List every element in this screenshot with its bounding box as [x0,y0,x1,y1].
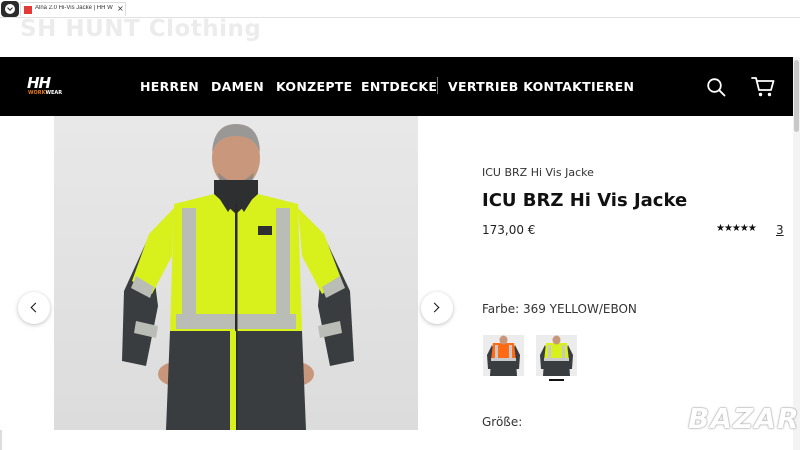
tab-title: Alna 2.0 Hi-Vis Jacke | HH Work [35,5,113,11]
size-label: Größe: [482,415,523,429]
nav-konzepte[interactable]: KONZEPTE [276,79,352,94]
review-count-link[interactable]: 3 [776,223,784,237]
product-brand-line: ICU BRZ Hi Vis Jacke [482,166,594,179]
nav-vertrieb-kontaktieren[interactable]: VERTRIEB KONTAKTIEREN [448,79,634,94]
nav-separator [437,77,438,94]
scrollbar-thumb[interactable] [794,60,799,132]
site-header: HH WORKWEAR HERREN DAMEN KONZEPTE ENTDEC… [0,57,793,116]
corner-divider [0,430,2,450]
favicon-icon [24,6,32,14]
search-icon[interactable] [706,77,726,97]
chevron-right-icon [429,302,440,313]
logo-sub-work: WORK [28,90,46,96]
gallery-next-button[interactable] [421,292,453,324]
hh-logo[interactable]: HH WORKWEAR [27,74,62,98]
selected-swatch-indicator [549,379,564,381]
logo-sub-text: WORKWEAR [28,90,62,96]
color-swatch-yellow[interactable] [536,335,577,376]
browser-tab[interactable]: Alna 2.0 Hi-Vis Jacke | HH Work × [20,2,126,16]
cart-icon[interactable] [751,76,775,98]
product-image[interactable] [54,116,418,430]
tab-close-icon[interactable]: × [117,4,124,13]
chevron-down-icon [5,4,15,14]
product-title: ICU BRZ Hi Vis Jacke [482,190,688,211]
product-price: 173,00 € [482,223,536,237]
color-swatch-orange[interactable] [483,335,524,376]
watermark-top: SH HUNT Clothing [20,16,262,42]
nav-entdecke[interactable]: ENTDECKE [361,79,437,94]
chevron-left-icon [30,302,41,313]
gallery-prev-button[interactable] [18,292,50,324]
color-label: Farbe: 369 YELLOW/EBON [482,302,637,316]
watermark-bazar: BAZAR [688,402,800,435]
tab-menu-button[interactable] [1,1,19,17]
nav-damen[interactable]: DAMEN [211,79,264,94]
rating-stars-icon: ★★★★★ [716,223,757,234]
nav-herren[interactable]: HERREN [140,79,199,94]
logo-sub-wear: WEAR [45,90,63,96]
